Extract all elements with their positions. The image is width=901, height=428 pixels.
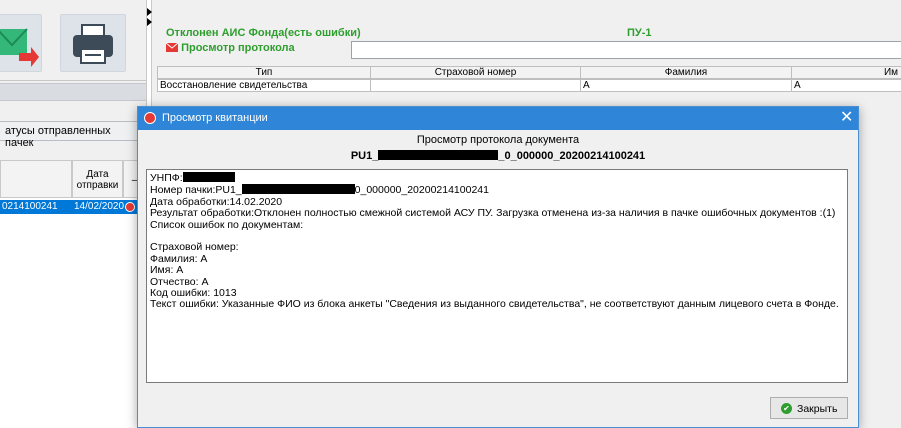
line-error: Текст ошибки: Указанные ФИО из блока анк… xyxy=(150,298,839,311)
envelope-icon xyxy=(165,42,179,52)
th-surname: Фамилия xyxy=(664,67,708,78)
status-strip xyxy=(0,83,146,101)
receipt-dialog: Просмотр квитанции ✕ Просмотр протокола … xyxy=(137,106,859,428)
redaction-bar xyxy=(182,172,235,182)
printer-icon xyxy=(73,24,113,64)
toolbar-separator xyxy=(0,80,146,81)
batch-suffix: 0_000000_20200214100241 xyxy=(354,184,489,197)
protocol-text[interactable]: УНПФ: Номер пачки:PU1_ 0_000000_202002141… xyxy=(146,169,848,383)
line-name: Имя: А xyxy=(150,264,184,277)
protocol-field[interactable] xyxy=(351,41,901,59)
batch-prefix: Номер пачки:PU1_ xyxy=(150,184,242,197)
table-header-name[interactable]: Им xyxy=(791,66,901,79)
line-patronymic: Отчество: А xyxy=(150,275,209,288)
app-logo-icon xyxy=(144,112,156,124)
filename-prefix: PU1_ xyxy=(350,150,379,162)
document-filename: PU1_ _0_000000_20200214100241 xyxy=(138,150,858,162)
sent-batches-status-button[interactable]: атусы отправленных пачек xyxy=(0,121,141,149)
print-button[interactable] xyxy=(60,14,126,72)
check-icon: ✔ xyxy=(781,403,792,414)
line-batch: Номер пачки:PU1_ 0_000000_20200214100241 xyxy=(150,184,844,196)
line-result: Результат обработки:Отклонен полностью с… xyxy=(150,207,836,220)
line-surname: Фамилия: А xyxy=(150,252,208,265)
table-row[interactable]: 0214100241 14/02/2020 xyxy=(0,200,146,214)
cell-name[interactable]: А xyxy=(791,79,901,92)
table-header-surname[interactable]: Фамилия xyxy=(580,66,792,79)
redaction-bar xyxy=(241,184,355,195)
unpf-label: УНПФ: xyxy=(150,172,183,184)
th-type: Тип xyxy=(255,67,273,78)
redaction-bar xyxy=(378,150,499,160)
dialog-heading: Просмотр протокола документа xyxy=(416,134,580,146)
grid-header-blank xyxy=(0,160,72,198)
cell-type[interactable]: Восстановление свидетельства xyxy=(157,79,371,92)
protocol-link-label: Просмотр протокола xyxy=(181,42,295,54)
close-icon[interactable]: ✕ xyxy=(840,109,853,127)
row-id: 0214100241 xyxy=(2,201,58,212)
grid-header-date[interactable]: Дата отправки xyxy=(72,160,123,198)
row-date: 14/02/2020 xyxy=(74,201,125,212)
close-button[interactable]: ✔ Закрыть xyxy=(770,397,848,419)
protocol-link[interactable]: Просмотр протокола xyxy=(165,42,295,56)
dialog-title: Просмотр квитанции xyxy=(162,112,268,124)
grid-header-date-line2: отправки xyxy=(76,180,119,191)
error-status-icon xyxy=(125,202,135,212)
close-button-label: Закрыть xyxy=(797,403,838,415)
filename-suffix: _0_000000_20200214100241 xyxy=(498,150,646,162)
dialog-title-bar[interactable]: Просмотр квитанции ✕ xyxy=(138,107,858,130)
th-name: Им xyxy=(883,67,898,78)
grid-header-date-line1: Дата xyxy=(86,169,109,180)
cell-surname[interactable]: А xyxy=(580,79,792,92)
line-unpf: УНПФ: xyxy=(150,172,844,184)
envelope-arrow-icon xyxy=(0,28,39,67)
document-type: ПУ-1 xyxy=(627,27,652,39)
send-envelope-button[interactable] xyxy=(0,14,42,72)
document-status: Отклонен АИС Фонда(есть ошибки) xyxy=(166,27,361,39)
th-insurance: Страховой номер xyxy=(434,67,517,78)
table-header-type[interactable]: Тип xyxy=(157,66,371,79)
cell-insurance[interactable] xyxy=(370,79,581,92)
table-header-insurance[interactable]: Страховой номер xyxy=(370,66,581,79)
line-list: Список ошибок по документам: xyxy=(150,218,304,231)
line-insurance: Страховой номер: xyxy=(150,241,239,254)
